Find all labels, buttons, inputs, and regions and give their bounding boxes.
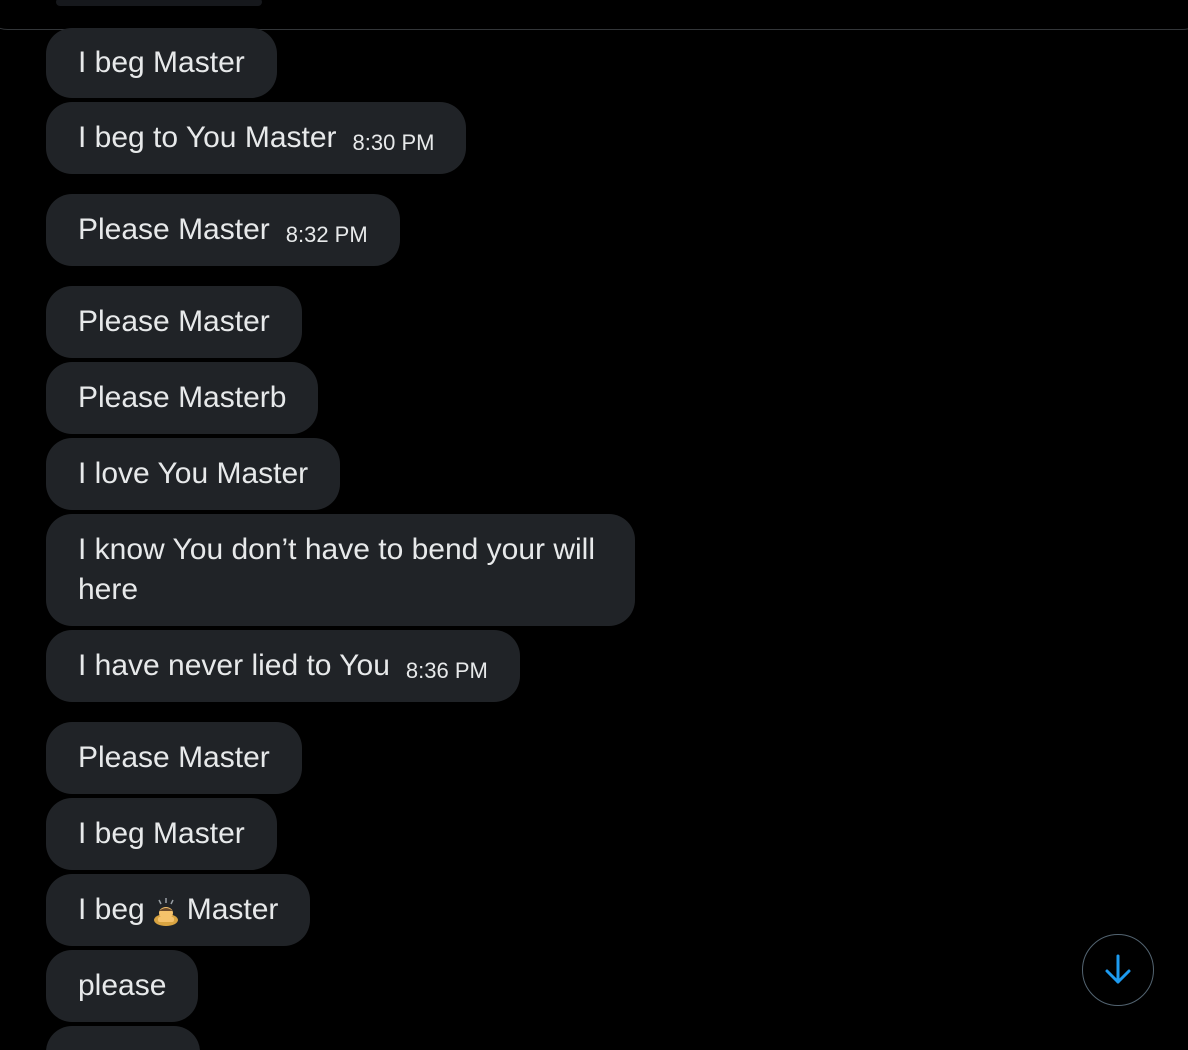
message-text: Master bbox=[186, 893, 279, 926]
message-bubble[interactable]: I beg Master bbox=[46, 874, 311, 946]
message-text: I love You Master bbox=[78, 457, 309, 490]
message-text: Please Master bbox=[78, 213, 270, 246]
message-bubble[interactable]: Please Master 8:32 PM bbox=[46, 194, 400, 266]
message-text: I beg Master bbox=[78, 46, 245, 79]
dm-conversation: I beg Master I beg to You Master 8:30 PM… bbox=[0, 0, 1188, 1050]
message-bubble[interactable]: Please Master bbox=[46, 722, 302, 794]
message-bubble[interactable]: Please Master bbox=[46, 286, 302, 358]
person-bowing-emoji bbox=[153, 898, 178, 926]
message-text: I have never lied to You bbox=[78, 649, 390, 682]
message-bubble[interactable] bbox=[46, 1026, 200, 1050]
message-text: I beg to You Master bbox=[78, 121, 337, 154]
message-bubble[interactable]: please bbox=[46, 950, 199, 1022]
message-text: I beg bbox=[78, 893, 145, 926]
message-bubble[interactable]: I beg Master bbox=[46, 798, 277, 870]
message-text: I beg Master bbox=[78, 817, 245, 850]
message-bubble[interactable]: I know You don’t have to bend your will … bbox=[46, 514, 635, 626]
message-text: I know You don’t have to bend your will … bbox=[78, 533, 596, 606]
message-text: please bbox=[78, 969, 167, 1002]
message-bubble[interactable]: I have never lied to You 8:36 PM bbox=[46, 630, 520, 702]
arrow-down-icon bbox=[1105, 954, 1131, 984]
message-timestamp: 8:36 PM bbox=[405, 658, 488, 683]
previous-message-fragment bbox=[56, 0, 262, 6]
message-text: Please Masterb bbox=[78, 381, 287, 414]
message-bubble[interactable]: I beg Master bbox=[46, 28, 277, 98]
scroll-to-bottom-button[interactable] bbox=[1082, 934, 1154, 1006]
message-text: Please Master bbox=[78, 741, 270, 774]
message-bubble[interactable]: I beg to You Master 8:30 PM bbox=[46, 102, 467, 174]
message-timestamp: 8:32 PM bbox=[285, 222, 368, 247]
message-bubble[interactable]: Please Masterb bbox=[46, 362, 319, 434]
message-bubble[interactable]: I love You Master bbox=[46, 438, 341, 510]
message-timestamp: 8:30 PM bbox=[352, 130, 435, 155]
message-text: Please Master bbox=[78, 305, 270, 338]
